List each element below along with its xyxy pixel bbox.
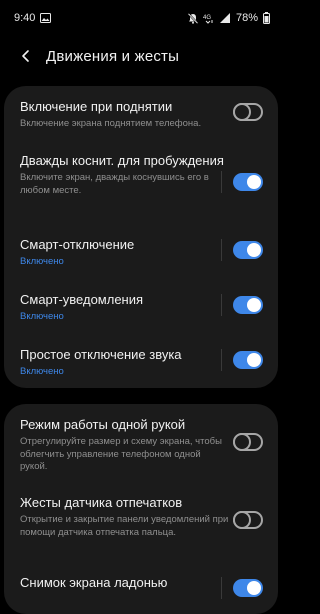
divider <box>221 349 222 371</box>
setting-title: Простое отключение звука <box>20 347 182 362</box>
battery-icon <box>263 12 270 24</box>
setting-title: Жесты датчика отпечатков <box>20 495 183 510</box>
chevron-left-icon <box>22 50 29 62</box>
setting-description: Включите экран, дважды коснувшись его в … <box>20 172 209 196</box>
settings-section-2: Режим работы одной рукой Отрегулируйте р… <box>4 404 278 614</box>
battery-percent: 78% <box>235 12 258 24</box>
one-handed-mode-toggle[interactable] <box>233 433 263 451</box>
setting-status: Включено <box>20 366 64 377</box>
mute-icon <box>187 12 198 24</box>
setting-title: Дважды коснит. для пробуждения <box>20 153 224 168</box>
app-header: Движения и жесты <box>0 36 284 76</box>
divider <box>221 171 222 193</box>
page-title: Движения и жесты <box>46 47 180 65</box>
finger-sensor-gestures-toggle[interactable] <box>233 511 263 529</box>
lift-to-wake-toggle[interactable] <box>233 103 263 121</box>
settings-section-1: Включение при поднятии Включение экрана … <box>4 86 278 388</box>
setting-status: Включено <box>20 256 64 267</box>
signal-icon <box>219 13 231 23</box>
setting-title: Смарт-уведомления <box>20 292 144 307</box>
setting-description: Включение экрана поднятием телефона. <box>20 118 202 129</box>
divider <box>221 577 222 599</box>
setting-title: Смарт-отключение <box>20 237 135 252</box>
palm-swipe-capture-toggle[interactable] <box>233 579 263 597</box>
divider <box>221 294 222 316</box>
setting-description: Отрегулируйте размер и схему экрана, что… <box>20 436 222 472</box>
status-bar: 9:40 4G 78% <box>0 0 284 36</box>
setting-title: Режим работы одной рукой <box>20 417 186 432</box>
smart-alert-toggle[interactable] <box>233 296 263 314</box>
setting-description: Открытие и закрытие панели уведомлений п… <box>20 514 229 538</box>
easy-mute-toggle[interactable] <box>233 351 263 369</box>
setting-status: Включено <box>20 311 64 322</box>
back-button[interactable] <box>10 40 42 72</box>
setting-title: Снимок экрана ладонью <box>20 575 168 590</box>
divider <box>221 239 222 261</box>
network-4g-icon: 4G <box>203 13 215 24</box>
network-label: 4G <box>203 15 211 21</box>
status-time: 9:40 <box>14 12 36 24</box>
double-tap-wake-toggle[interactable] <box>233 173 263 191</box>
status-bar-left: 9:40 <box>14 12 52 24</box>
gallery-notification-icon <box>40 13 52 23</box>
smart-stay-toggle[interactable] <box>233 241 263 259</box>
status-bar-right: 4G 78% <box>187 12 270 24</box>
setting-title: Включение при поднятии <box>20 99 173 114</box>
